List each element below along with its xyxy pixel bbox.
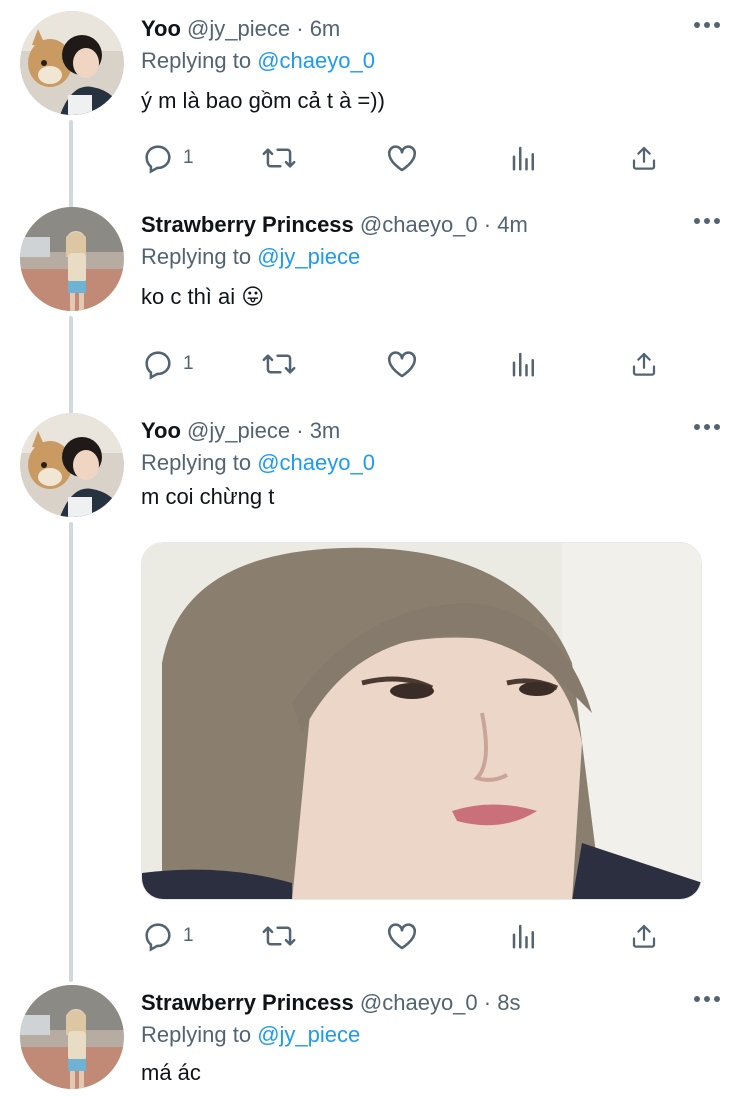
tweet-media-image[interactable] (141, 542, 702, 900)
display-name[interactable]: Yoo (141, 16, 181, 41)
mention-link[interactable]: @chaeyo_0 (257, 450, 375, 475)
share-icon (632, 924, 656, 948)
reply-icon (145, 351, 171, 380)
retweet-icon (262, 926, 296, 946)
retweet-button[interactable] (261, 138, 297, 178)
timestamp[interactable]: 3m (310, 418, 341, 443)
retweet-button[interactable] (261, 344, 297, 384)
separator-dot: · (483, 990, 492, 1015)
tweet[interactable]: Strawberry Princess @chaeyo_0 · 8s Reply… (0, 974, 750, 1097)
timestamp[interactable]: 4m (497, 212, 528, 237)
reply-button[interactable]: 1 (141, 344, 194, 384)
mention-link[interactable]: @chaeyo_0 (257, 48, 375, 73)
avatar[interactable] (20, 985, 124, 1089)
reply-count: 1 (183, 147, 194, 168)
user-handle[interactable]: @chaeyo_0 (360, 990, 478, 1015)
tweet[interactable]: Strawberry Princess @chaeyo_0 · 4m Reply… (0, 196, 750, 402)
timestamp[interactable]: 8s (497, 990, 520, 1015)
mention-link[interactable]: @jy_piece (257, 244, 360, 269)
reply-icon (145, 923, 171, 952)
avatar[interactable] (20, 413, 124, 517)
separator-dot: · (483, 212, 492, 237)
reply-button[interactable]: 1 (141, 138, 194, 178)
share-button[interactable] (629, 916, 659, 956)
heart-icon (387, 351, 417, 378)
analytics-icon (512, 924, 534, 949)
tweet[interactable]: Yoo @jy_piece · 3m Replying to @chaeyo_0… (0, 402, 750, 972)
more-dots-icon[interactable] (694, 996, 720, 1004)
more-dots-icon[interactable] (694, 22, 720, 30)
retweet-button[interactable] (261, 916, 297, 956)
tweet-text: má ác (141, 1060, 201, 1085)
avatar[interactable] (20, 11, 124, 115)
avatar[interactable] (20, 207, 124, 311)
reply-button[interactable]: 1 (141, 916, 194, 956)
share-button[interactable] (629, 344, 659, 384)
replying-label: Replying to (141, 48, 252, 73)
replying-label: Replying to (141, 244, 252, 269)
heart-icon (387, 923, 417, 950)
user-handle[interactable]: @jy_piece (187, 16, 290, 41)
like-button[interactable] (385, 138, 419, 178)
share-icon (632, 146, 656, 170)
analytics-icon (512, 146, 534, 171)
share-icon (632, 352, 656, 376)
mention-link[interactable]: @jy_piece (257, 1022, 360, 1047)
tweet-text: m coi chừng t (141, 484, 275, 509)
display-name[interactable]: Yoo (141, 418, 181, 443)
display-name[interactable]: Strawberry Princess (141, 212, 354, 237)
retweet-icon (262, 148, 296, 168)
separator-dot: · (296, 418, 304, 443)
timestamp[interactable]: 6m (310, 16, 341, 41)
user-handle[interactable]: @chaeyo_0 (360, 212, 478, 237)
more-dots-icon[interactable] (694, 424, 720, 432)
analytics-icon (512, 352, 534, 377)
like-button[interactable] (385, 916, 419, 956)
analytics-button[interactable] (509, 138, 539, 178)
separator-dot: · (296, 16, 304, 41)
display-name[interactable]: Strawberry Princess (141, 990, 354, 1015)
user-handle[interactable]: @jy_piece (187, 418, 290, 443)
reply-icon (145, 145, 171, 174)
replying-label: Replying to (141, 450, 252, 475)
heart-icon (387, 145, 417, 172)
retweet-icon (262, 354, 296, 374)
tweet-text: ko c thì ai 😛 (141, 284, 265, 309)
more-dots-icon[interactable] (694, 218, 720, 226)
tweet[interactable]: Yoo @jy_piece · 6m Replying to @chaeyo_0… (0, 0, 750, 200)
like-button[interactable] (385, 344, 419, 384)
replying-label: Replying to (141, 1022, 252, 1047)
analytics-button[interactable] (509, 344, 539, 384)
reply-count: 1 (183, 353, 194, 374)
tweet-text: ý m là bao gồm cả t à =)) (141, 88, 385, 113)
share-button[interactable] (629, 138, 659, 178)
reply-count: 1 (183, 925, 194, 946)
analytics-button[interactable] (509, 916, 539, 956)
